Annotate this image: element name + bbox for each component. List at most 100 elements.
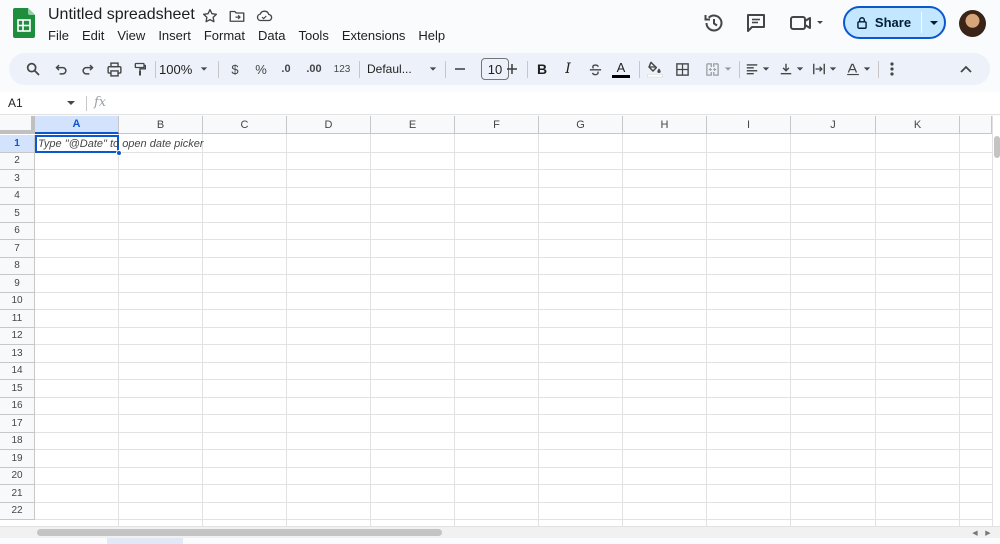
row-header[interactable]: 7 <box>0 240 35 258</box>
fill-handle[interactable] <box>116 150 122 156</box>
spreadsheet-grid[interactable]: A B C D E F G H I J K 1 2 3 4 5 6 7 8 9 10 11 12 13 14 15 16 17 18 19… <box>0 116 992 526</box>
column-header[interactable]: A <box>35 116 119 134</box>
user-avatar[interactable] <box>959 10 986 37</box>
font-select[interactable]: Defaul... <box>367 57 437 81</box>
more-vert-icon <box>890 62 894 76</box>
vertical-scrollbar[interactable] <box>992 116 1000 526</box>
toolbar-divider <box>639 61 640 78</box>
row-header[interactable]: 11 <box>0 310 35 328</box>
undo-button[interactable] <box>51 57 71 81</box>
share-divider <box>921 12 922 33</box>
name-box-caret-icon[interactable] <box>67 101 75 105</box>
increase-font-size-button[interactable] <box>504 57 520 81</box>
row-header[interactable]: 6 <box>0 222 35 240</box>
column-header[interactable]: I <box>707 116 791 134</box>
decrease-decimal-button[interactable]: .0 <box>276 57 296 81</box>
column-header[interactable]: K <box>876 116 960 134</box>
row-header[interactable]: 4 <box>0 187 35 205</box>
row-header[interactable]: 14 <box>0 362 35 380</box>
star-icon[interactable] <box>201 7 219 25</box>
row-header[interactable]: 8 <box>0 257 35 275</box>
row-header[interactable]: 9 <box>0 275 35 293</box>
document-title[interactable]: Untitled spreadsheet <box>48 6 195 24</box>
column-header[interactable]: F <box>455 116 539 134</box>
menu-format[interactable]: Format <box>204 28 245 44</box>
fill-color-button[interactable] <box>645 57 665 81</box>
more-options-button[interactable] <box>883 57 901 81</box>
row-header[interactable]: 17 <box>0 415 35 433</box>
name-box[interactable]: A1 <box>8 96 23 110</box>
menu-extensions[interactable]: Extensions <box>342 28 406 44</box>
search-menus-button[interactable] <box>23 57 43 81</box>
merge-cells-button[interactable] <box>699 57 737 81</box>
history-icon[interactable] <box>702 11 726 35</box>
scroll-left-icon[interactable]: ◀ <box>970 529 980 537</box>
column-header-partial[interactable] <box>960 116 992 134</box>
increase-decimal-button[interactable]: .00 <box>301 57 327 81</box>
menu-help[interactable]: Help <box>418 28 445 44</box>
row-header[interactable]: 13 <box>0 345 35 363</box>
currency-format-button[interactable]: $ <box>226 57 244 81</box>
row-header[interactable]: 10 <box>0 292 35 310</box>
italic-button[interactable]: I <box>559 57 577 81</box>
column-header[interactable]: G <box>539 116 623 134</box>
row-header[interactable]: 21 <box>0 485 35 503</box>
cloud-saved-icon[interactable] <box>255 7 273 25</box>
share-button[interactable]: Share <box>845 8 921 37</box>
hide-menus-button[interactable] <box>957 57 975 81</box>
zoom-select[interactable]: 100% <box>159 57 211 81</box>
column-header[interactable]: E <box>371 116 455 134</box>
menu-view[interactable]: View <box>117 28 145 44</box>
percent-format-button[interactable]: % <box>252 57 270 81</box>
menu-tools[interactable]: Tools <box>298 28 328 44</box>
column-header[interactable]: B <box>119 116 203 134</box>
row-header[interactable]: 12 <box>0 327 35 345</box>
horizontal-scrollbar[interactable]: ◀ ▶ <box>0 526 1000 538</box>
bold-button[interactable]: B <box>533 57 551 81</box>
row-header[interactable]: 16 <box>0 397 35 415</box>
row-header[interactable]: 1 <box>0 135 35 153</box>
row-header[interactable]: 5 <box>0 205 35 223</box>
menu-data[interactable]: Data <box>258 28 285 44</box>
row-header[interactable]: 19 <box>0 450 35 468</box>
sheet-tab[interactable] <box>107 538 183 544</box>
comment-icon[interactable] <box>744 11 768 35</box>
sheets-logo-icon[interactable] <box>13 8 35 38</box>
decrease-font-size-button[interactable] <box>452 57 468 81</box>
column-header[interactable]: D <box>287 116 371 134</box>
text-wrapping-button[interactable] <box>810 57 838 81</box>
share-dropdown-button[interactable] <box>923 8 944 37</box>
vertical-scrollbar-thumb[interactable] <box>994 136 1000 158</box>
row-header[interactable]: 15 <box>0 380 35 398</box>
scroll-right-icon[interactable]: ▶ <box>983 529 993 537</box>
redo-button[interactable] <box>77 57 97 81</box>
borders-button[interactable] <box>672 57 692 81</box>
paint-format-button[interactable] <box>129 57 151 81</box>
grid-row-line <box>35 396 992 398</box>
number-format-button[interactable]: 123 <box>331 57 353 81</box>
select-all-corner[interactable] <box>0 116 35 134</box>
column-header[interactable]: J <box>791 116 876 134</box>
row-header[interactable]: 22 <box>0 502 35 520</box>
horizontal-align-button[interactable] <box>743 57 771 81</box>
video-call-icon[interactable] <box>788 11 828 35</box>
grid-row-line <box>35 274 992 275</box>
menu-insert[interactable]: Insert <box>158 28 191 44</box>
menu-file[interactable]: File <box>48 28 69 44</box>
print-button[interactable] <box>103 57 125 81</box>
column-header[interactable]: C <box>203 116 287 134</box>
row-header[interactable]: 18 <box>0 432 35 450</box>
strikethrough-button[interactable] <box>585 57 605 81</box>
menu-edit[interactable]: Edit <box>82 28 104 44</box>
text-rotation-icon <box>846 63 859 76</box>
row-header[interactable]: 2 <box>0 152 35 170</box>
text-color-button[interactable]: A <box>611 57 631 81</box>
horizontal-scrollbar-thumb[interactable] <box>37 529 442 536</box>
vertical-align-button[interactable] <box>777 57 805 81</box>
text-rotation-button[interactable] <box>843 57 873 81</box>
row-header[interactable]: 3 <box>0 170 35 188</box>
column-header[interactable]: H <box>623 116 707 134</box>
row-header[interactable]: 20 <box>0 467 35 485</box>
move-folder-icon[interactable] <box>228 7 246 25</box>
grid-row-line <box>35 186 992 188</box>
